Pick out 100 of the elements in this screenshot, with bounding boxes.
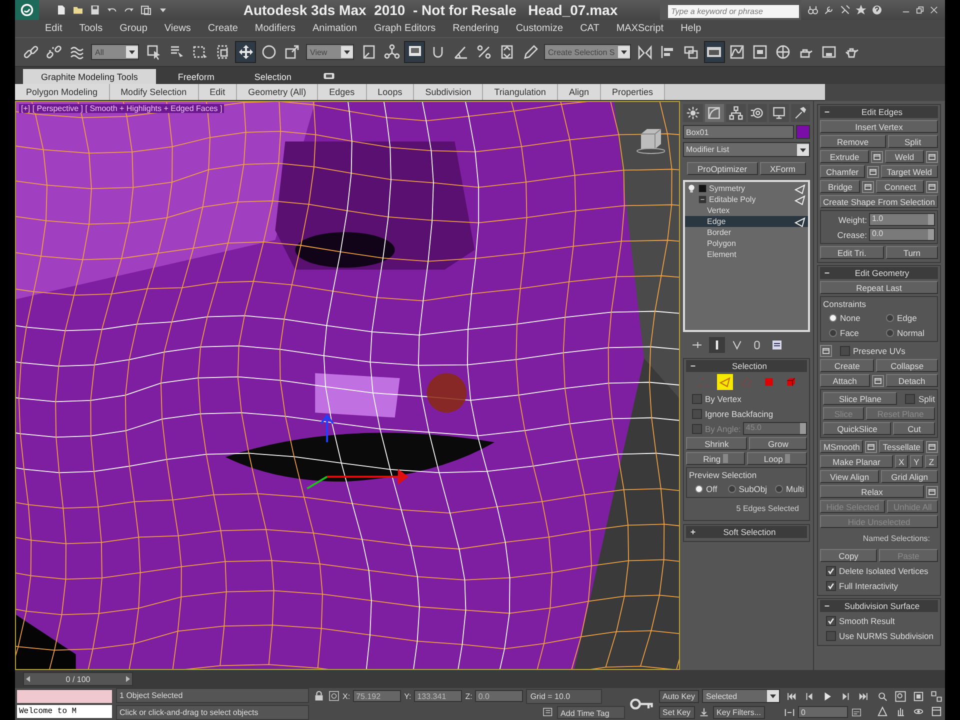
ribbon-panel-button[interactable]: Modify Selection (110, 84, 199, 100)
frame-field[interactable]: 0 (798, 706, 848, 718)
transform-mode-icon[interactable] (328, 690, 340, 702)
settings-icon[interactable] (820, 344, 832, 356)
command-panel-tab[interactable] (748, 104, 767, 122)
panel-button[interactable]: Attach (820, 374, 870, 387)
stack-item[interactable]: Editable Poly (685, 194, 808, 205)
settings-icon[interactable] (926, 180, 938, 192)
command-panel-tab[interactable] (683, 104, 702, 122)
panel-button[interactable]: Tessellate (879, 440, 924, 453)
rollout-header[interactable]: Edit Edges (820, 106, 938, 118)
ribbon-panel-button[interactable]: Polygon Modeling (15, 84, 110, 100)
panel-button[interactable]: Weld (885, 150, 924, 163)
expand-box-icon[interactable] (698, 184, 707, 193)
ribbon-panel-button[interactable]: Loops (366, 84, 414, 100)
rollout-header[interactable]: Selection (686, 360, 807, 372)
menu-item[interactable]: Create (208, 23, 238, 34)
menu-item[interactable]: Tools (79, 23, 103, 34)
menu-item[interactable]: Group (120, 23, 148, 34)
spinner-field[interactable]: 0.0 (869, 228, 935, 241)
ribbon-tab[interactable]: Selection (236, 69, 310, 84)
key-mode-toggle-icon[interactable] (784, 706, 795, 718)
set-key-button[interactable]: Set Key (658, 706, 695, 718)
panel-button[interactable]: Connect (876, 180, 924, 193)
ribbon-panel-button[interactable]: Edges (318, 84, 367, 100)
menu-item[interactable]: CAT (580, 23, 600, 34)
stack-sub-item[interactable]: Polygon (685, 238, 808, 249)
panel-button[interactable]: Split (888, 135, 938, 148)
viewport-nav-button[interactable] (929, 690, 945, 703)
panel-button[interactable]: Detach (886, 374, 938, 387)
radio-button[interactable]: Off (689, 484, 720, 494)
viewport[interactable]: [+] [ Perspective ] [ Smooth + Highlights + Edged Faces ] (15, 101, 680, 670)
checkbox[interactable]: Smooth Result (820, 616, 895, 626)
panel-button[interactable]: QuickSlice (823, 422, 892, 435)
auto-key-button[interactable]: Auto Key (658, 690, 699, 702)
panel-button[interactable]: Slice Plane (823, 392, 898, 405)
add-time-tag-button[interactable]: Add Time Tag (556, 706, 625, 718)
panel-button[interactable]: Create (820, 359, 874, 372)
command-panel-tab[interactable] (726, 104, 746, 122)
checkbox[interactable]: Ignore Backfacing (686, 408, 774, 418)
menu-item[interactable]: Modifiers (254, 23, 296, 34)
key-filters-button[interactable]: Key Filters... (712, 706, 765, 718)
right-arrow-icon[interactable] (124, 675, 132, 683)
app-logo[interactable] (15, 0, 39, 20)
toggle-icon[interactable] (323, 72, 336, 80)
stack-sub-item[interactable]: Edge (685, 216, 808, 227)
toolbar-button[interactable] (404, 41, 425, 63)
panel-button[interactable]: Relax (820, 485, 924, 498)
panel-button[interactable]: Ring (686, 452, 745, 465)
coordinate-field[interactable]: 0.0 (475, 690, 524, 702)
radio-button[interactable]: SubObj (722, 484, 768, 494)
stack-item[interactable]: Symmetry (685, 183, 808, 194)
panel-button[interactable]: Collapse (876, 359, 938, 372)
panel-button[interactable]: Create Shape From Selection (820, 195, 938, 208)
checkbox[interactable]: Preserve UVs (834, 346, 906, 356)
ribbon-panel-button[interactable]: Edit (198, 84, 238, 100)
settings-icon[interactable] (926, 150, 938, 162)
panel-button[interactable]: Cut (893, 422, 936, 435)
time-config-icon[interactable] (851, 706, 862, 718)
settings-icon[interactable] (862, 180, 874, 192)
radio-button[interactable]: None (823, 312, 878, 322)
menu-item[interactable]: Help (680, 23, 702, 34)
panel-button[interactable]: X (895, 455, 908, 468)
menu-item[interactable]: Graph Editors (374, 23, 436, 34)
ribbon-panel-button[interactable]: Geometry (All) (237, 84, 318, 100)
panel-button[interactable]: Loop (746, 452, 807, 465)
sub-object-button[interactable] (716, 374, 732, 390)
checkbox[interactable]: Split (899, 394, 935, 404)
stack-sub-item[interactable]: Border (685, 227, 808, 238)
viewport-label[interactable]: [+] [ Perspective ] [ Smooth + Highlights + Edged Faces ] (19, 104, 224, 113)
panel-button[interactable]: Extrude (820, 150, 870, 163)
panel-button[interactable]: Chamfer (820, 165, 865, 178)
radio-button[interactable]: Normal (880, 328, 935, 338)
panel-button[interactable]: Remove (820, 135, 886, 148)
settings-icon[interactable] (926, 486, 938, 498)
panel-button[interactable]: Turn (886, 246, 938, 259)
panel-button[interactable]: Grow (749, 437, 807, 450)
panel-button[interactable]: Shrink (686, 437, 748, 450)
coordinate-field[interactable]: 75.192 (353, 690, 402, 702)
toolbar-button[interactable] (235, 41, 256, 63)
panel-button[interactable]: Make Planar (820, 455, 893, 468)
collapse-box-icon[interactable] (698, 195, 707, 204)
rollout-header[interactable]: Edit Geometry (820, 267, 938, 279)
panel-button[interactable]: Y (910, 455, 923, 468)
ribbon-panel-button[interactable]: Triangulation (483, 84, 558, 100)
ribbon-panel-button[interactable]: Properties (600, 84, 665, 100)
toolbar-dropdown[interactable]: Create Selection S (544, 44, 631, 60)
toolbar-dropdown[interactable]: All (91, 44, 139, 60)
coordinate-field[interactable]: 133.341 (414, 690, 462, 702)
panel-button[interactable]: Target Weld (880, 165, 938, 178)
viewport-nav-button[interactable] (893, 690, 909, 703)
menu-item[interactable]: MAXScript (616, 23, 664, 34)
panel-button[interactable]: Repeat Last (820, 281, 938, 294)
time-slider-thumb[interactable]: 0 / 100 (23, 672, 133, 686)
panel-button[interactable]: Bridge (820, 180, 860, 193)
settings-icon[interactable] (871, 150, 884, 162)
radio-button[interactable]: Face (823, 328, 878, 338)
settings-icon[interactable] (926, 440, 938, 452)
command-panel-tab[interactable] (769, 104, 788, 122)
panel-button[interactable]: Grid Align (881, 470, 938, 483)
